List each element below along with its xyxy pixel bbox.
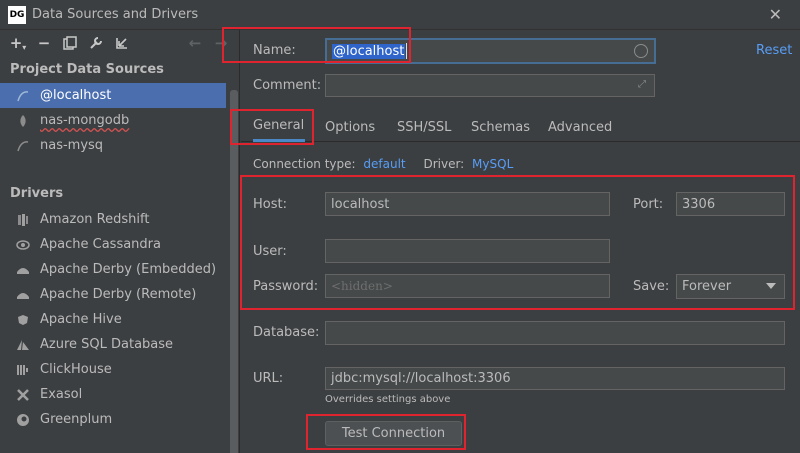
connection-settings-panel: Name: @localhost Reset Comment: ⤢ Genera… [241,30,800,453]
text-cursor [406,43,408,59]
cassandra-icon [14,236,32,254]
url-hint: Overrides settings above [325,394,451,405]
azure-icon [14,336,32,354]
tab-general[interactable]: General [253,112,305,142]
hive-icon [14,311,32,329]
drivers-header: Drivers [10,186,64,201]
sidebar: + ▾ − ← → Project Data Sources @localhost… [0,30,240,453]
sidebar-item-label: @localhost [40,88,112,103]
driver-item-label: Apache Hive [40,312,122,327]
url-input[interactable]: jdbc:mysql://localhost:3306 [325,367,785,390]
sidebar-item-label: nas-mysq [40,138,104,153]
app-logo-icon: DG [8,5,26,24]
add-icon[interactable]: + ▾ [8,33,28,53]
driver-item-greenplum[interactable]: Greenplum [0,407,239,432]
expand-icon[interactable]: ⤢ [638,79,646,90]
scrollbar-thumb[interactable] [230,90,238,453]
driver-item-azure-sql[interactable]: Azure SQL Database [0,332,239,357]
password-placeholder: <hidden> [331,279,393,293]
forward-arrow-icon[interactable]: → [211,33,231,53]
driver-item-label: ClickHouse [40,362,112,377]
mysql-icon [14,137,32,155]
user-label: User: [253,244,287,259]
import-icon[interactable] [112,33,132,53]
user-input[interactable] [325,239,610,263]
name-input-value: @localhost [332,43,406,59]
clickhouse-icon [14,361,32,379]
port-input[interactable]: 3306 [676,192,785,216]
password-label: Password: [253,279,319,294]
name-label: Name: [253,43,296,58]
driver-item-label: Azure SQL Database [40,337,174,352]
comment-label: Comment: [253,78,322,93]
test-connection-button[interactable]: Test Connection [325,421,462,446]
window-title: Data Sources and Drivers [32,7,199,22]
driver-item-exasol[interactable]: Exasol [0,382,239,407]
close-icon[interactable]: ✕ [769,5,782,24]
driver-item-apache-derby-remote[interactable]: Apache Derby (Remote) [0,282,239,307]
sidebar-toolbar: + ▾ − ← → [0,30,239,56]
sidebar-item-nas-mongodb[interactable]: nas-mongodb [0,108,239,133]
clear-circle-icon[interactable] [634,44,648,58]
connection-type-label: Connection type: [253,157,356,171]
connection-type-row: Connection type: default Driver: MySQL [253,157,513,171]
chevron-down-icon [766,283,776,289]
host-label: Host: [253,197,287,212]
driver-label: Driver: [423,157,465,171]
driver-item-apache-cassandra[interactable]: Apache Cassandra [0,232,239,257]
sidebar-item-nas-mysq[interactable]: nas-mysq [0,133,239,158]
duplicate-icon[interactable] [60,33,80,53]
redshift-icon [14,211,32,229]
tab-ssh-ssl[interactable]: SSH/SSL [397,112,451,142]
save-select-value: Forever [682,279,732,294]
derby-icon [14,286,32,304]
tab-advanced[interactable]: Advanced [548,112,612,142]
tab-schemas[interactable]: Schemas [471,112,530,142]
connection-type-link[interactable]: default [363,157,405,171]
save-label: Save: [633,279,670,294]
sidebar-item-label: nas-mongodb [40,113,130,128]
exasol-icon [14,386,32,404]
derby-icon [14,261,32,279]
driver-item-label: Exasol [40,387,83,402]
driver-item-label: Apache Cassandra [40,237,161,252]
greenplum-icon [14,411,32,429]
mysql-icon [14,87,32,105]
save-select[interactable]: Forever [676,274,785,299]
sidebar-item-localhost[interactable]: @localhost [0,83,226,108]
host-input[interactable]: localhost [325,192,610,216]
tab-options[interactable]: Options [325,112,375,142]
driver-link[interactable]: MySQL [472,157,513,171]
driver-item-label: Apache Derby (Embedded) [40,262,217,277]
comment-input[interactable] [325,74,655,97]
title-bar: DG Data Sources and Drivers ✕ [0,0,800,30]
url-label: URL: [253,371,284,386]
driver-item-label: Amazon Redshift [40,212,150,227]
driver-item-label: Apache Derby (Remote) [40,287,197,302]
name-input[interactable]: @localhost [325,38,656,64]
driver-item-clickhouse[interactable]: ClickHouse [0,357,239,382]
tab-bar: General Options SSH/SSL Schemas Advanced [241,112,800,142]
driver-item-apache-derby-embedded[interactable]: Apache Derby (Embedded) [0,257,239,282]
database-label: Database: [253,325,320,340]
wrench-icon[interactable] [86,33,106,53]
back-arrow-icon[interactable]: ← [185,33,205,53]
remove-icon[interactable]: − [34,33,54,53]
database-input[interactable] [325,321,785,345]
project-sources-header: Project Data Sources [10,62,164,77]
mongodb-icon [14,112,32,130]
reset-link[interactable]: Reset [756,43,792,58]
driver-item-apache-hive[interactable]: Apache Hive [0,307,239,332]
driver-item-label: Greenplum [40,412,113,427]
sidebar-scrollbar[interactable] [230,90,238,453]
port-label: Port: [633,197,664,212]
driver-item-amazon-redshift[interactable]: Amazon Redshift [0,207,239,232]
password-input[interactable]: <hidden> [325,274,610,298]
